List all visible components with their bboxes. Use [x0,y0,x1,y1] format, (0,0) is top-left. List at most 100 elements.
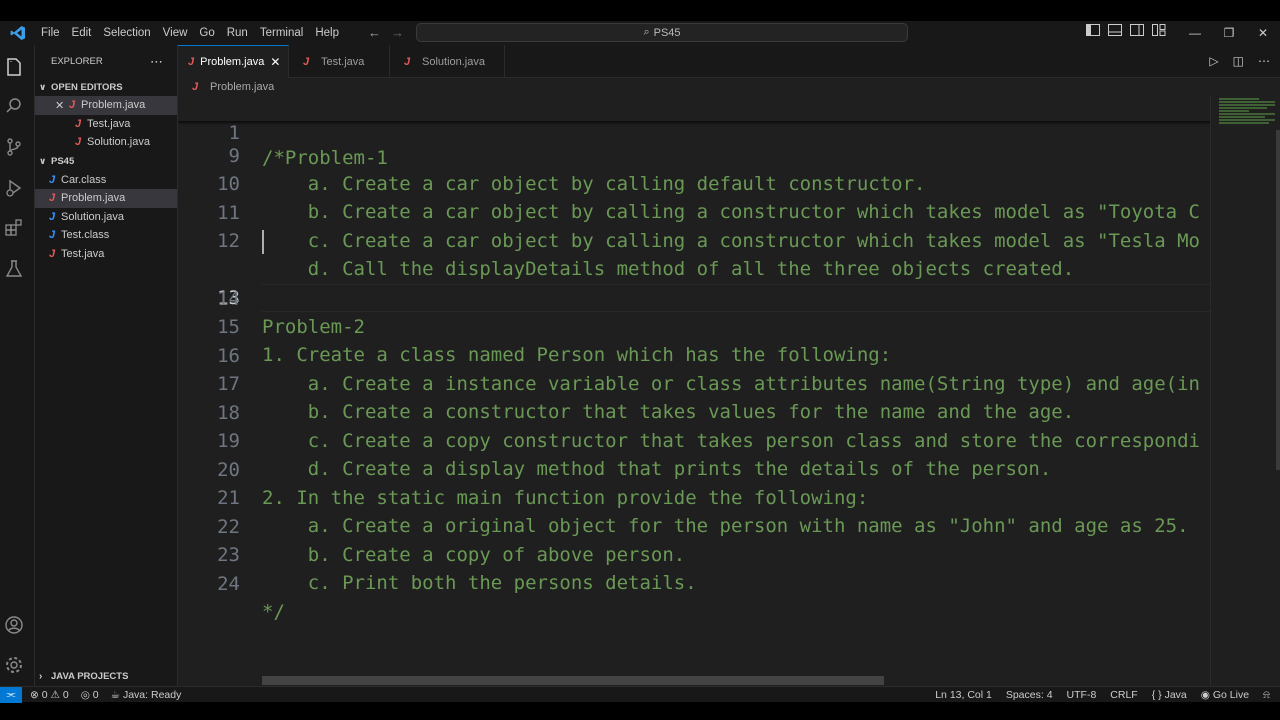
language-mode[interactable]: { } Java [1152,689,1187,701]
java-file-icon: J [404,55,411,68]
back-arrow-icon[interactable]: ← [368,25,381,40]
file-test-class[interactable]: J Test.class [35,226,177,245]
code-line: 24 */ [217,573,285,623]
code-line: 20 2. In the static main function provid… [217,459,869,509]
file-problem-java[interactable]: J Problem.java [35,189,177,208]
braces-icon: { } [1151,689,1162,701]
file-solution-java[interactable]: J Solution.java [35,208,177,227]
notifications-bell-icon[interactable]: ⍾ [1263,689,1270,702]
menu-file[interactable]: File [35,27,66,39]
close-window-icon[interactable]: ✕ [1246,26,1280,40]
class-file-icon: J [49,210,56,223]
status-bar: ⫘ ⊗ 0 ⚠ 0 ◎ 0 ☕ Java: Ready Ln 13, Col 1… [0,686,1280,703]
java-file-icon: J [188,56,195,68]
folder-header[interactable]: ∨ PS45 [35,153,177,171]
customize-layout-icon[interactable] [1152,24,1166,36]
explorer-sidebar: EXPLORER ⋯ ∨ OPEN EDITORS ✕ J Problem.ja… [35,45,178,686]
toggle-panel-icon[interactable] [1108,24,1122,36]
code-line-current: 13 [178,228,1210,312]
java-file-icon: J [75,117,82,130]
ports-indicator[interactable]: ◎ 0 [81,689,99,701]
tab-solution-java[interactable]: J Solution.java [390,45,505,78]
menu-help[interactable]: Help [309,27,345,39]
menu-edit[interactable]: Edit [66,27,98,39]
code-line: 22 b. Create a copy of above person. [217,516,686,566]
explorer-title: EXPLORER [51,56,103,67]
command-center-search[interactable]: ⌕ PS45 [416,23,908,42]
chevron-down-icon: ∨ [39,156,47,166]
tab-test-java[interactable]: J Test.java [289,45,390,78]
open-editor-test[interactable]: J Test.java [35,115,177,134]
code-line: 14 Problem-2 [217,288,365,338]
class-file-icon: J [49,173,56,186]
class-file-icon: J [49,229,56,242]
extensions-icon[interactable] [3,217,25,239]
open-editor-problem[interactable]: ✕ J Problem.java [35,96,177,115]
go-live-button[interactable]: ◉ Go Live [1201,689,1249,701]
vscode-logo-icon [0,25,35,41]
open-editors-header[interactable]: ∨ OPEN EDITORS [35,78,177,96]
ports-icon: ◎ [80,688,90,701]
java-file-icon: J [69,99,76,112]
vertical-scrollbar[interactable] [1276,130,1280,470]
testing-flask-icon[interactable] [3,258,25,280]
cursor-position[interactable]: Ln 13, Col 1 [935,689,992,701]
java-file-icon: J [75,136,82,149]
search-icon[interactable] [3,95,25,117]
menu-selection[interactable]: Selection [97,27,156,39]
editor-tabs: J Problem.java ✕ J Test.java J Solution.… [178,45,1280,78]
encoding[interactable]: UTF-8 [1067,689,1097,701]
minimap[interactable] [1210,96,1280,686]
java-file-icon: J [49,247,56,260]
restore-icon[interactable]: ❐ [1212,26,1246,40]
toggle-secondary-sidebar-icon[interactable] [1130,24,1144,36]
breadcrumb-file[interactable]: Problem.java [210,81,274,93]
code-line: 15 1. Create a class named Person which … [217,316,892,366]
tab-problem-java[interactable]: J Problem.java ✕ [178,45,289,78]
search-icon: ⌕ [643,26,650,38]
close-icon[interactable]: ✕ [55,99,69,112]
horizontal-scrollbar[interactable] [262,676,884,685]
more-actions-icon[interactable]: ⋯ [150,54,163,70]
settings-gear-icon[interactable] [3,654,25,676]
run-debug-icon[interactable] [3,177,25,199]
indentation[interactable]: Spaces: 4 [1006,689,1053,701]
code-line: 16 a. Create a instance variable or clas… [217,345,1200,395]
more-actions-icon[interactable]: ⋯ [1258,54,1270,68]
minimize-icon[interactable]: — [1178,26,1212,40]
java-projects-header[interactable]: › JAVA PROJECTS [35,666,178,686]
java-file-icon: J [192,81,199,93]
file-car-class[interactable]: J Car.class [35,171,177,190]
open-editor-solution[interactable]: J Solution.java [35,133,177,152]
menu-terminal[interactable]: Terminal [254,27,309,39]
code-line: 23 c. Print both the persons details. [217,544,697,594]
menu-run[interactable]: Run [221,27,254,39]
remote-indicator-icon[interactable]: ⫘ [0,686,22,703]
code-line: 12 d. Call the displayDetails method of … [217,230,1075,280]
code-line: 19 d. Create a display method that print… [217,430,1052,480]
warning-icon: ⚠ [50,688,60,701]
source-control-icon[interactable] [3,136,25,158]
explorer-icon[interactable] [3,56,25,78]
java-status[interactable]: ☕ Java: Ready [111,689,182,701]
code-line: 17 b. Create a constructor that takes va… [217,373,1075,423]
file-test-java[interactable]: J Test.java [35,245,177,264]
run-play-icon[interactable]: ▷ [1209,54,1218,68]
line-ending[interactable]: CRLF [1110,689,1137,701]
menu-bar: File Edit Selection View Go Run Terminal… [35,27,345,39]
code-line: 11 c. Create a car object by calling a c… [217,202,1200,252]
account-icon[interactable] [3,614,25,636]
menu-view[interactable]: View [157,27,194,39]
chevron-right-icon: › [39,670,43,682]
close-tab-icon[interactable]: ✕ [270,55,280,69]
sticky-scroll-shadow [178,121,1210,125]
error-icon: ⊗ [30,688,39,701]
menu-go[interactable]: Go [193,27,220,39]
sticky-scroll-line[interactable]: 1 /*Problem-1 [178,96,1210,169]
split-editor-icon[interactable]: ◫ [1233,54,1244,68]
forward-arrow-icon[interactable]: → [391,25,404,40]
problems-indicator[interactable]: ⊗ 0 ⚠ 0 [30,689,69,701]
toggle-primary-sidebar-icon[interactable] [1086,24,1100,36]
code-editor[interactable]: 9 a. Create a car object by calling defa… [178,96,1210,686]
java-file-icon: J [49,192,56,205]
